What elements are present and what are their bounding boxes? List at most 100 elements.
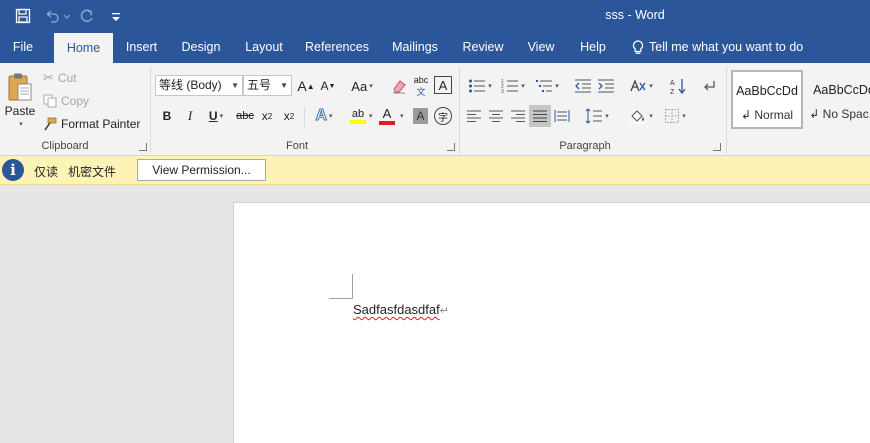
shrink-font-button[interactable]: A ▼ bbox=[320, 76, 336, 96]
underline-button[interactable]: U ▾ bbox=[203, 107, 229, 125]
align-center-button[interactable] bbox=[487, 107, 505, 125]
tab-layout[interactable]: Layout bbox=[240, 32, 288, 63]
paste-button[interactable]: Paste ▾ bbox=[3, 67, 37, 133]
cut-button[interactable]: ✂ Cut bbox=[43, 69, 77, 87]
line-spacing-button[interactable]: ▾ bbox=[582, 106, 612, 126]
margin-crop-mark bbox=[352, 274, 353, 298]
chevron-down-icon: ▾ bbox=[369, 83, 373, 90]
clipboard-group-label: Clipboard bbox=[41, 140, 89, 152]
numbering-button[interactable]: 1 2 3 ▾ bbox=[498, 76, 528, 96]
chevron-down-icon: ▾ bbox=[521, 83, 525, 90]
tab-references[interactable]: References bbox=[303, 32, 371, 63]
style-no-spacing[interactable]: AaBbCcDd ↲ No Spac... bbox=[804, 70, 870, 129]
copy-button[interactable]: Copy bbox=[43, 92, 89, 110]
increase-indent-icon bbox=[597, 78, 615, 94]
document-paragraph: Sadfasfdasdfaf bbox=[353, 302, 440, 317]
tab-view[interactable]: View bbox=[523, 32, 559, 63]
borders-button[interactable]: ▾ bbox=[660, 106, 690, 126]
subscript-button[interactable]: x2 bbox=[259, 107, 275, 125]
change-case-button[interactable]: Aa ▾ bbox=[345, 76, 379, 96]
tell-me-label: Tell me what you want to do bbox=[649, 40, 804, 54]
bold-button[interactable]: B bbox=[160, 107, 174, 125]
document-body-text[interactable]: Sadfasfdasdfaf↵ bbox=[353, 302, 449, 317]
tab-review[interactable]: Review bbox=[460, 32, 506, 63]
shrink-font-icon: A bbox=[320, 79, 329, 93]
numbering-icon: 123 bbox=[501, 78, 519, 94]
phonetic-guide-button[interactable]: abc 文 bbox=[412, 75, 430, 97]
chevron-down-icon: ▾ bbox=[555, 83, 559, 90]
tab-design[interactable]: Design bbox=[176, 32, 226, 63]
svg-text:Z: Z bbox=[670, 89, 675, 95]
chevron-down-icon: ▾ bbox=[605, 113, 609, 120]
paragraph-mark: ↵ bbox=[439, 305, 449, 317]
shading-button[interactable]: ▾ bbox=[626, 106, 656, 126]
return-arrow-icon bbox=[703, 79, 717, 93]
font-size-box[interactable]: 五号 ▼ bbox=[243, 75, 292, 96]
tab-mailings[interactable]: Mailings bbox=[387, 32, 443, 63]
justify-icon bbox=[532, 109, 548, 123]
title-bar: sss - Word bbox=[0, 0, 870, 32]
chevron-down-icon[interactable]: ▾ bbox=[400, 112, 404, 120]
font-divider bbox=[304, 107, 305, 127]
strikethrough-button[interactable]: abc bbox=[235, 107, 255, 125]
bullets-button[interactable]: ▾ bbox=[465, 76, 495, 96]
show-marks-button[interactable] bbox=[700, 76, 720, 96]
format-painter-button[interactable]: Format Painter bbox=[43, 115, 140, 133]
chevron-down-icon[interactable]: ▾ bbox=[369, 112, 373, 120]
borders-icon bbox=[664, 108, 680, 124]
group-divider bbox=[150, 67, 151, 153]
lightbulb-icon bbox=[632, 39, 644, 56]
font-group-label: Font bbox=[285, 140, 308, 152]
multilevel-list-button[interactable]: ▾ bbox=[532, 76, 562, 96]
decrease-indent-button[interactable] bbox=[573, 76, 593, 96]
grow-font-button[interactable]: A ▲ bbox=[297, 76, 314, 96]
view-permission-button[interactable]: View Permission... bbox=[137, 159, 266, 181]
document-page[interactable]: Sadfasfdasdfaf↵ bbox=[233, 202, 870, 443]
tab-insert[interactable]: Insert bbox=[119, 32, 164, 63]
chevron-down-icon: ▾ bbox=[488, 83, 492, 90]
superscript-button[interactable]: x2 bbox=[281, 107, 297, 125]
tab-help[interactable]: Help bbox=[576, 32, 610, 63]
paste-icon bbox=[6, 72, 34, 104]
asian-layout-button[interactable]: ▾ bbox=[626, 76, 656, 96]
multilevel-list-icon bbox=[535, 78, 553, 94]
asian-layout-icon bbox=[629, 78, 647, 94]
ribbon-tabs: File Home Insert Design Layout Reference… bbox=[0, 32, 870, 63]
bullets-icon bbox=[468, 78, 486, 94]
align-right-button[interactable] bbox=[509, 107, 527, 125]
chevron-down-icon: ▾ bbox=[329, 113, 333, 120]
tell-me-box[interactable]: Tell me what you want to do bbox=[632, 32, 803, 63]
increase-indent-button[interactable] bbox=[596, 76, 616, 96]
highlight-icon: ab bbox=[351, 108, 365, 120]
char-border-button[interactable]: A bbox=[434, 76, 452, 94]
clipboard-launcher-icon[interactable] bbox=[139, 143, 147, 151]
paintbrush-icon bbox=[43, 117, 57, 131]
tab-file[interactable]: File bbox=[0, 32, 46, 63]
distributed-icon bbox=[554, 109, 570, 123]
paragraph-launcher-icon[interactable] bbox=[713, 143, 721, 151]
text-effects-button[interactable]: A ▾ bbox=[311, 106, 337, 126]
char-shading-button[interactable]: A bbox=[413, 108, 428, 124]
chevron-down-icon: ▼ bbox=[280, 81, 288, 90]
italic-button[interactable]: I bbox=[183, 107, 197, 125]
distributed-button[interactable] bbox=[553, 107, 571, 125]
clear-formatting-button[interactable] bbox=[390, 76, 408, 96]
sort-button[interactable]: AZ bbox=[668, 76, 688, 96]
font-color-button[interactable]: A bbox=[378, 106, 396, 126]
paragraph-group-label: Paragraph bbox=[559, 140, 611, 152]
align-left-button[interactable] bbox=[465, 107, 483, 125]
enclose-chars-button[interactable]: 字 bbox=[434, 107, 452, 125]
copy-icon bbox=[43, 94, 57, 108]
font-name-value: 等线 (Body) bbox=[159, 78, 222, 92]
chevron-down-icon: ▼ bbox=[231, 81, 239, 90]
char-border-icon: A bbox=[438, 77, 448, 93]
align-right-icon bbox=[510, 109, 526, 123]
style-normal[interactable]: AaBbCcDd ↲ Normal bbox=[731, 70, 803, 129]
sort-icon: AZ bbox=[669, 77, 687, 95]
chevron-down-icon: ▾ bbox=[649, 83, 653, 90]
font-launcher-icon[interactable] bbox=[447, 143, 455, 151]
justify-button[interactable] bbox=[529, 105, 551, 127]
style-sample: AaBbCcDd bbox=[736, 84, 798, 98]
tab-home[interactable]: Home bbox=[54, 33, 113, 63]
font-name-box[interactable]: 等线 (Body) ▼ bbox=[155, 75, 243, 96]
